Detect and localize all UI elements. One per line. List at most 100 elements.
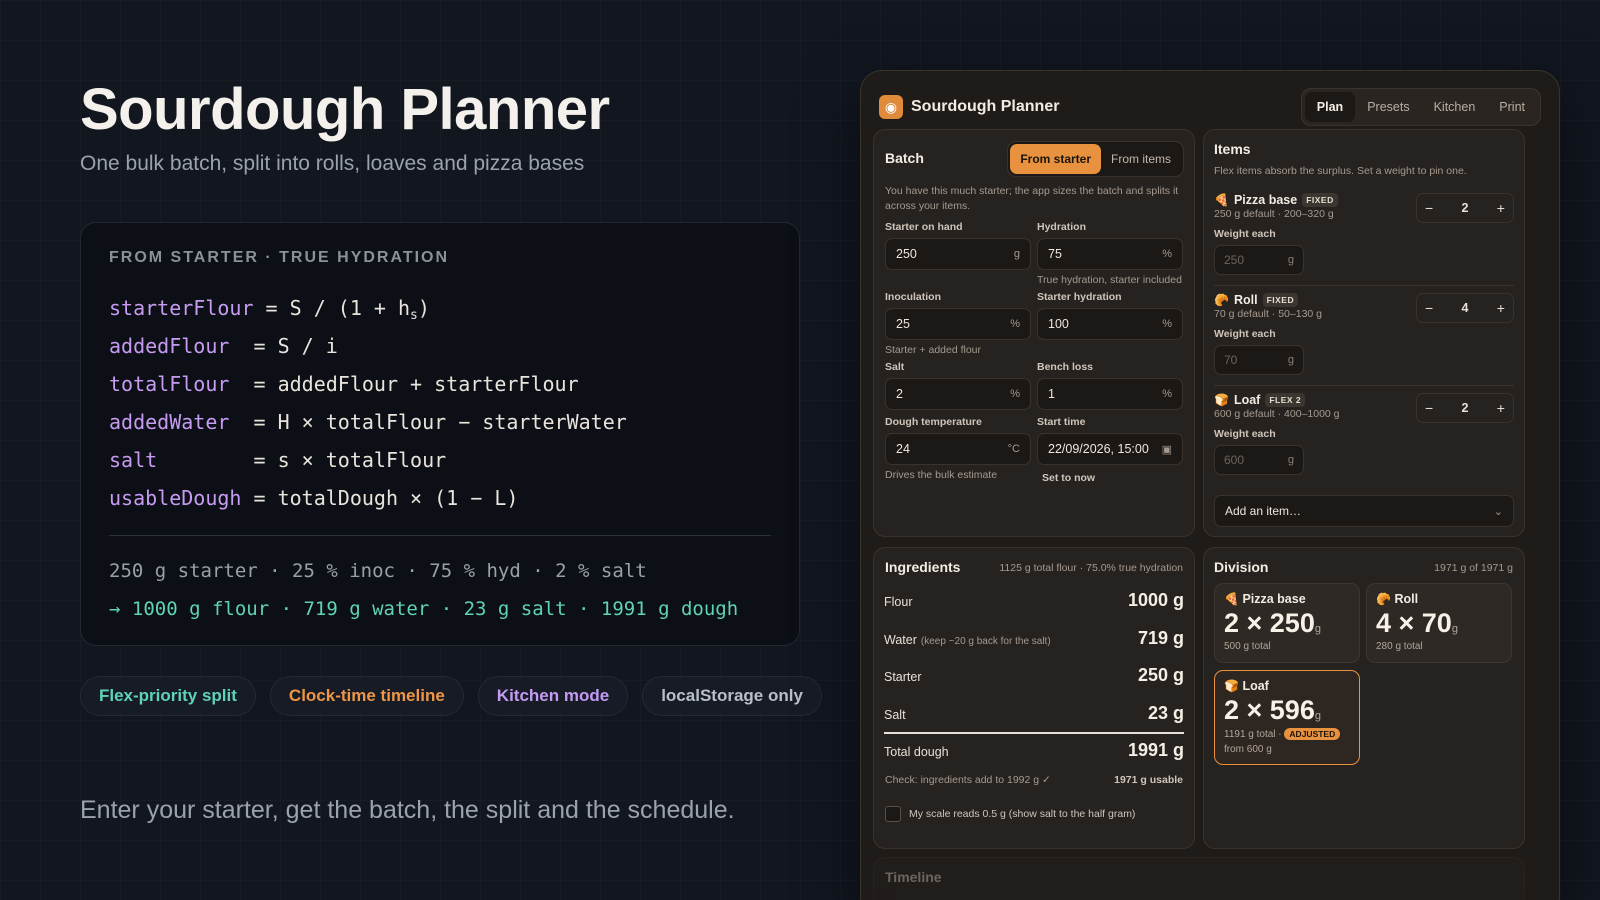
ingredient-row-starter: Starter 250 g — [884, 665, 1184, 685]
start-time-label: Start time — [1037, 416, 1086, 428]
formula-line: totalFlour = addedFlour + starterFlour — [109, 372, 579, 396]
inoc-group: Inoculation 25% Starter + added flour — [885, 291, 1031, 358]
bench-loss-group: Bench loss 1% — [1037, 361, 1183, 410]
item-pizza-base: 🍕 Pizza base FIXED 250 g default · 200–320… — [1214, 193, 1514, 277]
count-stepper: −2 + — [1416, 193, 1514, 223]
item-roll: 🥐 Roll FIXED 70 g default · 50–130 g Weigh… — [1214, 293, 1514, 377]
tab-kitchen[interactable]: Kitchen — [1422, 92, 1488, 122]
division-card: Division 1971 g of 1971 g 🍕 Pizza base 2… — [1203, 547, 1525, 849]
inoc-hint: Starter + added flour — [885, 344, 982, 356]
formula-line: usableDough = totalDough × (1 − L) — [109, 486, 519, 510]
app-title: Sourdough Planner — [911, 98, 1060, 115]
temp-hint: Drives the bulk estimate — [885, 469, 998, 481]
formula-label: FROM STARTER · TRUE HYDRATION — [109, 249, 450, 266]
tab-presets[interactable]: Presets — [1355, 92, 1421, 122]
app-window: ◉ Sourdough Planner Plan Presets Kitchen… — [860, 70, 1560, 900]
starter-hydration-label: Starter hydration — [1037, 291, 1122, 303]
weight-label: Weight each — [1214, 428, 1276, 440]
item-badge: FLEX 2 — [1265, 393, 1306, 407]
ingredients-title: Ingredients — [885, 559, 961, 575]
timeline-title: Timeline — [885, 869, 942, 885]
bench-loss-input[interactable]: 1% — [1037, 378, 1183, 410]
pizza-icon: 🍕 — [1214, 193, 1229, 207]
ingredient-row-flour: Flour 1000 g — [884, 590, 1184, 610]
add-item-select[interactable]: Add an item… ⌄ — [1214, 495, 1514, 527]
set-to-now-button[interactable]: Set to now — [1042, 471, 1183, 486]
feature-pill: localStorage only — [642, 676, 822, 716]
starter-hydration-group: Starter hydration 100% — [1037, 291, 1183, 340]
nav-tabs: Plan Presets Kitchen Print — [1300, 88, 1541, 126]
app-header: ◉ Sourdough Planner Plan Presets Kitchen… — [879, 87, 1541, 127]
starter-input[interactable]: 250 g — [885, 238, 1031, 270]
hero-title: Sourdough Planner — [80, 77, 610, 142]
scale-checkbox[interactable] — [885, 806, 901, 822]
weight-label: Weight each — [1214, 228, 1276, 240]
formula-line: addedWater = H × totalFlour − starterWat… — [109, 410, 627, 434]
formula-line: addedFlour = S / i — [109, 334, 338, 358]
tab-print[interactable]: Print — [1487, 92, 1537, 122]
weight-input[interactable]: 600 g — [1214, 445, 1304, 475]
plus-button[interactable]: + — [1497, 200, 1505, 216]
starter-group: Starter on hand 250 g — [885, 221, 1031, 270]
formula-divider — [109, 535, 771, 536]
timeline-card: Timeline — [873, 857, 1525, 900]
minus-button[interactable]: − — [1425, 400, 1433, 416]
ingredient-row-total: Total dough 1991 g — [884, 740, 1184, 760]
minus-button[interactable]: − — [1425, 300, 1433, 316]
bread-logo-icon: ◉ — [879, 95, 903, 119]
ingredients-check: Check: ingredients add to 1992 g ✓ — [885, 774, 1051, 786]
weight-label: Weight each — [1214, 328, 1276, 340]
hydration-group: Hydration 75% True hydration, starter in… — [1037, 221, 1183, 288]
starter-hydration-input[interactable]: 100% — [1037, 308, 1183, 340]
bench-loss-label: Bench loss — [1037, 361, 1094, 373]
formula-line: starterFlour = S / (1 + hs) — [109, 296, 430, 323]
batch-card: Batch From starter From items You have t… — [873, 129, 1195, 537]
plus-button[interactable]: + — [1497, 400, 1505, 416]
croissant-icon: 🥐 — [1214, 293, 1229, 307]
ingredients-card: Ingredients 1125 g total flour · 75.0% t… — [873, 547, 1195, 849]
item-divider — [1214, 285, 1514, 286]
bread-icon: 🍞 — [1224, 679, 1239, 693]
weight-input[interactable]: 250 g — [1214, 245, 1304, 275]
start-time-input[interactable]: 22/09/2026, 15:00 ▣ — [1037, 433, 1183, 465]
temp-input[interactable]: 24 °C — [885, 433, 1031, 465]
bread-icon: 🍞 — [1214, 393, 1229, 407]
salt-group: Salt 2% — [885, 361, 1031, 410]
batch-title: Batch — [885, 150, 924, 166]
division-pizza-base: 🍕 Pizza base 2 × 250g 500 g total — [1214, 583, 1360, 663]
minus-button[interactable]: − — [1425, 200, 1433, 216]
calendar-icon[interactable]: ▣ — [1162, 443, 1172, 456]
start-time-group: Start time 22/09/2026, 15:00 ▣ Set to now — [1037, 416, 1183, 486]
salt-input[interactable]: 2% — [885, 378, 1031, 410]
croissant-icon: 🥐 — [1376, 592, 1391, 606]
inoc-input[interactable]: 25% — [885, 308, 1031, 340]
item-divider — [1214, 385, 1514, 386]
total-divider — [884, 732, 1184, 734]
feature-pills: Flex-priority split Clock-time timeline Ki… — [80, 676, 822, 716]
hydration-input[interactable]: 75% — [1037, 238, 1183, 270]
hero-subtitle: One bulk batch, split into rolls, loaves… — [80, 152, 585, 175]
item-badge: FIXED — [1262, 293, 1299, 307]
division-title: Division — [1214, 559, 1269, 575]
items-title: Items — [1214, 141, 1251, 157]
count-stepper: −4 + — [1416, 293, 1514, 323]
division-roll: 🥐 Roll 4 × 70g 280 g total — [1366, 583, 1512, 663]
batch-mode-toggle: From starter From items — [1007, 141, 1184, 177]
formula-example-output: → 1000 g flour · 719 g water · 23 g salt… — [109, 598, 739, 620]
feature-pill: Kitchen mode — [477, 676, 629, 716]
mode-from-items[interactable]: From items — [1101, 144, 1181, 174]
items-hint: Flex items absorb the surplus. Set a wei… — [1214, 165, 1467, 177]
mode-from-starter[interactable]: From starter — [1010, 144, 1101, 174]
usable-dough: 1971 g usable — [1114, 774, 1183, 786]
formula-line: salt = s × totalFlour — [109, 448, 447, 472]
feature-pill: Clock-time timeline — [269, 676, 464, 716]
count-stepper: −2 + — [1416, 393, 1514, 423]
plus-button[interactable]: + — [1497, 300, 1505, 316]
chevron-down-icon: ⌄ — [1493, 505, 1503, 518]
item-badge: FIXED — [1302, 193, 1338, 207]
formula-lines: starterFlour = S / (1 + hs) addedFlour = … — [109, 289, 771, 517]
tab-plan[interactable]: Plan — [1304, 92, 1356, 122]
division-summary: 1971 g of 1971 g — [1434, 562, 1513, 574]
weight-input[interactable]: 70 g — [1214, 345, 1304, 375]
temp-label: Dough temperature — [885, 416, 982, 428]
